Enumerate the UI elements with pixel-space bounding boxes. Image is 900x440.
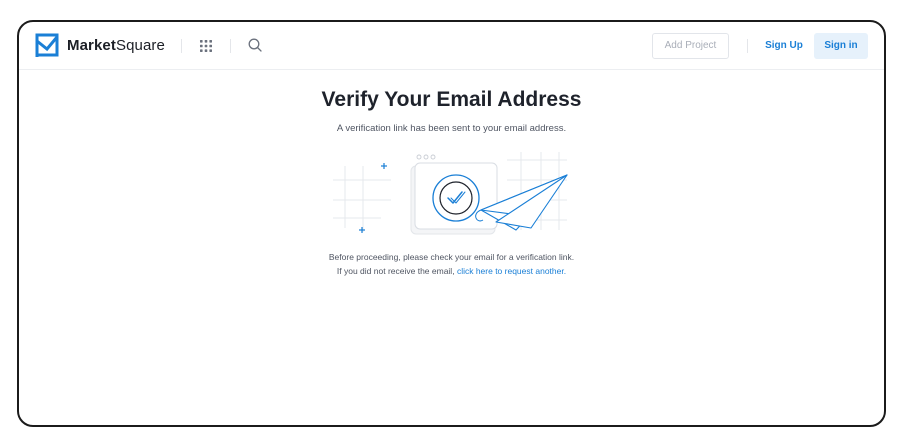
divider (747, 39, 748, 53)
divider (230, 39, 231, 53)
logo[interactable]: MarketSquare (34, 32, 165, 58)
sign-up-button[interactable]: Sign Up (759, 33, 809, 59)
logo-text: MarketSquare (67, 37, 165, 54)
logo-text-bold: Market (67, 36, 116, 54)
resend-prefix: If you did not receive the email, (336, 266, 455, 276)
add-project-button[interactable]: Add Project (652, 33, 729, 59)
inner-ring (439, 181, 473, 215)
verification-illustration (333, 152, 568, 235)
instruction-text: Before proceeding, please check your ema… (328, 252, 575, 262)
resend-text: If you did not receive the email, click … (19, 266, 884, 276)
apps-grid-icon[interactable] (198, 38, 214, 54)
search-icon[interactable] (247, 37, 263, 53)
logo-text-regular: Square (115, 36, 165, 54)
grid-decoration-left (333, 166, 391, 232)
divider (181, 39, 182, 53)
request-another-link[interactable]: click here to request another. (457, 266, 566, 276)
page-title: Verify Your Email Address (321, 88, 582, 111)
sign-in-button[interactable]: Sign in (814, 33, 868, 59)
logo-mark-icon (35, 33, 59, 57)
page-subtitle: A verification link has been sent to you… (336, 123, 567, 134)
top-navbar: MarketSquare Add Project Sign Up Sign in (19, 22, 884, 70)
window-dots (416, 154, 436, 160)
browser-frame: MarketSquare Add Project Sign Up Sign in… (17, 20, 886, 427)
